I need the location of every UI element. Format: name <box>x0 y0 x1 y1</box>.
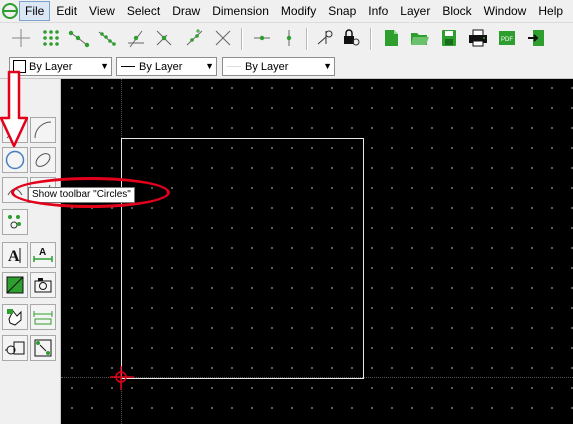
select-toolbar-button[interactable] <box>2 335 28 361</box>
block-toolbar-button[interactable] <box>30 335 56 361</box>
menu-block[interactable]: Block <box>436 0 477 22</box>
dim-tool-label: A <box>39 247 46 258</box>
circles-toolbar-button[interactable] <box>2 147 28 173</box>
toolbar-separator <box>306 28 308 50</box>
menu-help[interactable]: Help <box>532 0 569 22</box>
save-file-icon[interactable] <box>437 26 461 50</box>
snap-intersection-icon[interactable] <box>211 26 235 50</box>
menu-window[interactable]: Window <box>478 0 533 22</box>
snap-grid-icon[interactable] <box>39 26 63 50</box>
chevron-down-icon: ▼ <box>205 61 214 71</box>
export-pdf-icon[interactable]: PDF <box>495 26 519 50</box>
restrict-horizontal-icon[interactable] <box>250 26 274 50</box>
print-icon[interactable] <box>466 26 490 50</box>
menu-info[interactable]: Info <box>362 0 394 22</box>
width-combo-value: By Layer <box>245 60 289 73</box>
main-toolbar: PDF <box>0 22 573 55</box>
menu-bar: File Edit View Select Draw Dimension Mod… <box>0 0 573 22</box>
image-toolbar-button[interactable] <box>30 272 56 298</box>
menu-layer[interactable]: Layer <box>394 0 436 22</box>
highlight-ellipse <box>11 177 170 208</box>
new-file-icon[interactable] <box>379 26 403 50</box>
text-toolbar-button[interactable]: A <box>2 242 28 268</box>
linetype-combo-value: By Layer <box>139 60 183 73</box>
menu-view[interactable]: View <box>83 0 121 22</box>
toolbar-separator <box>241 28 243 50</box>
chevron-down-icon: ▼ <box>323 61 332 71</box>
ellipses-toolbar-button[interactable] <box>30 147 56 173</box>
drawn-rectangle[interactable] <box>121 138 364 379</box>
linetype-combo[interactable]: By Layer ▼ <box>116 57 217 76</box>
menu-file[interactable]: File <box>19 1 51 21</box>
snap-endpoint-icon[interactable] <box>67 26 91 50</box>
toolbar-separator <box>370 28 372 50</box>
menu-modify[interactable]: Modify <box>275 0 322 22</box>
width-sample <box>227 66 241 67</box>
menu-dimension[interactable]: Dimension <box>206 0 275 22</box>
menu-snap[interactable]: Snap <box>322 0 362 22</box>
measure-toolbar-button[interactable] <box>30 304 56 330</box>
dimensions-toolbar-button[interactable]: A <box>30 242 56 268</box>
linetype-sample <box>121 66 135 67</box>
arcs-toolbar-button[interactable] <box>30 117 56 143</box>
red-arrow-annotation <box>0 70 28 148</box>
menu-select[interactable]: Select <box>121 0 166 22</box>
chevron-down-icon: ▼ <box>100 61 109 71</box>
snap-free-icon[interactable] <box>9 26 33 50</box>
menu-edit[interactable]: Edit <box>50 0 83 22</box>
origin-marker-icon <box>110 366 134 390</box>
relative-zero-icon[interactable] <box>313 26 337 50</box>
exit-icon[interactable] <box>524 26 548 50</box>
app-logo-icon <box>2 3 18 19</box>
hatch-toolbar-button[interactable] <box>2 272 28 298</box>
snap-on-entity-icon[interactable] <box>95 26 119 50</box>
pdf-label: PDF <box>501 37 513 43</box>
snap-center-icon[interactable] <box>124 26 148 50</box>
text-tool-label: A <box>8 248 20 265</box>
modify-toolbar-button[interactable] <box>2 304 28 330</box>
width-combo[interactable]: By Layer ▼ <box>222 57 335 76</box>
snap-middle-icon[interactable] <box>152 26 176 50</box>
menu-draw[interactable]: Draw <box>166 0 206 22</box>
pen-toolbar: By Layer ▼ By Layer ▼ By Layer ▼ <box>0 54 573 79</box>
restrict-vertical-icon[interactable] <box>277 26 301 50</box>
points-toolbar-button[interactable] <box>2 209 28 235</box>
snap-distance-icon[interactable] <box>183 26 207 50</box>
color-combo-value: By Layer <box>29 60 73 73</box>
open-file-icon[interactable] <box>408 26 432 50</box>
lock-relative-zero-icon[interactable] <box>339 26 363 50</box>
